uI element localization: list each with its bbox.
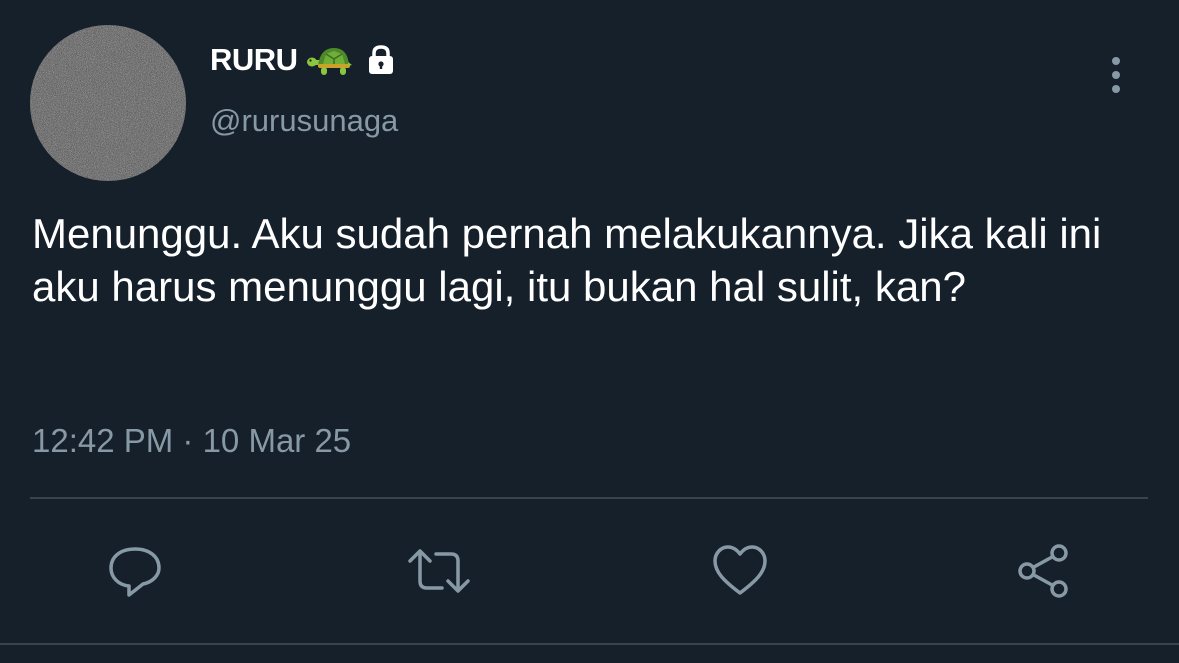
vertical-dots-icon (1112, 57, 1120, 93)
like-button[interactable] (707, 538, 773, 604)
bottom-divider (0, 643, 1179, 645)
display-name[interactable]: RURU (210, 42, 298, 78)
divider (30, 497, 1148, 499)
retweet-button[interactable] (406, 538, 472, 604)
avatar[interactable] (30, 25, 186, 181)
tweet-detail: RURU @rurusunaga Menunggu. Aku sudah per… (0, 0, 1179, 663)
reply-icon (109, 547, 161, 597)
author-handle[interactable]: @rurusunaga (210, 103, 398, 139)
reply-button[interactable] (102, 538, 168, 604)
turtle-emoji-icon (306, 40, 352, 80)
tweet-timestamp[interactable]: 12:42 PM · 10 Mar 25 (32, 422, 351, 460)
lock-icon (364, 43, 398, 77)
share-button[interactable] (1010, 538, 1076, 604)
retweet-icon (408, 549, 470, 593)
author-name-row[interactable]: RURU (210, 38, 398, 82)
heart-icon (713, 545, 767, 595)
tweet-text: Menunggu. Aku sudah pernah melakukannya.… (32, 210, 1102, 310)
avatar-noise-image (30, 25, 186, 181)
more-options-button[interactable] (1096, 52, 1136, 98)
share-icon (1018, 544, 1068, 598)
